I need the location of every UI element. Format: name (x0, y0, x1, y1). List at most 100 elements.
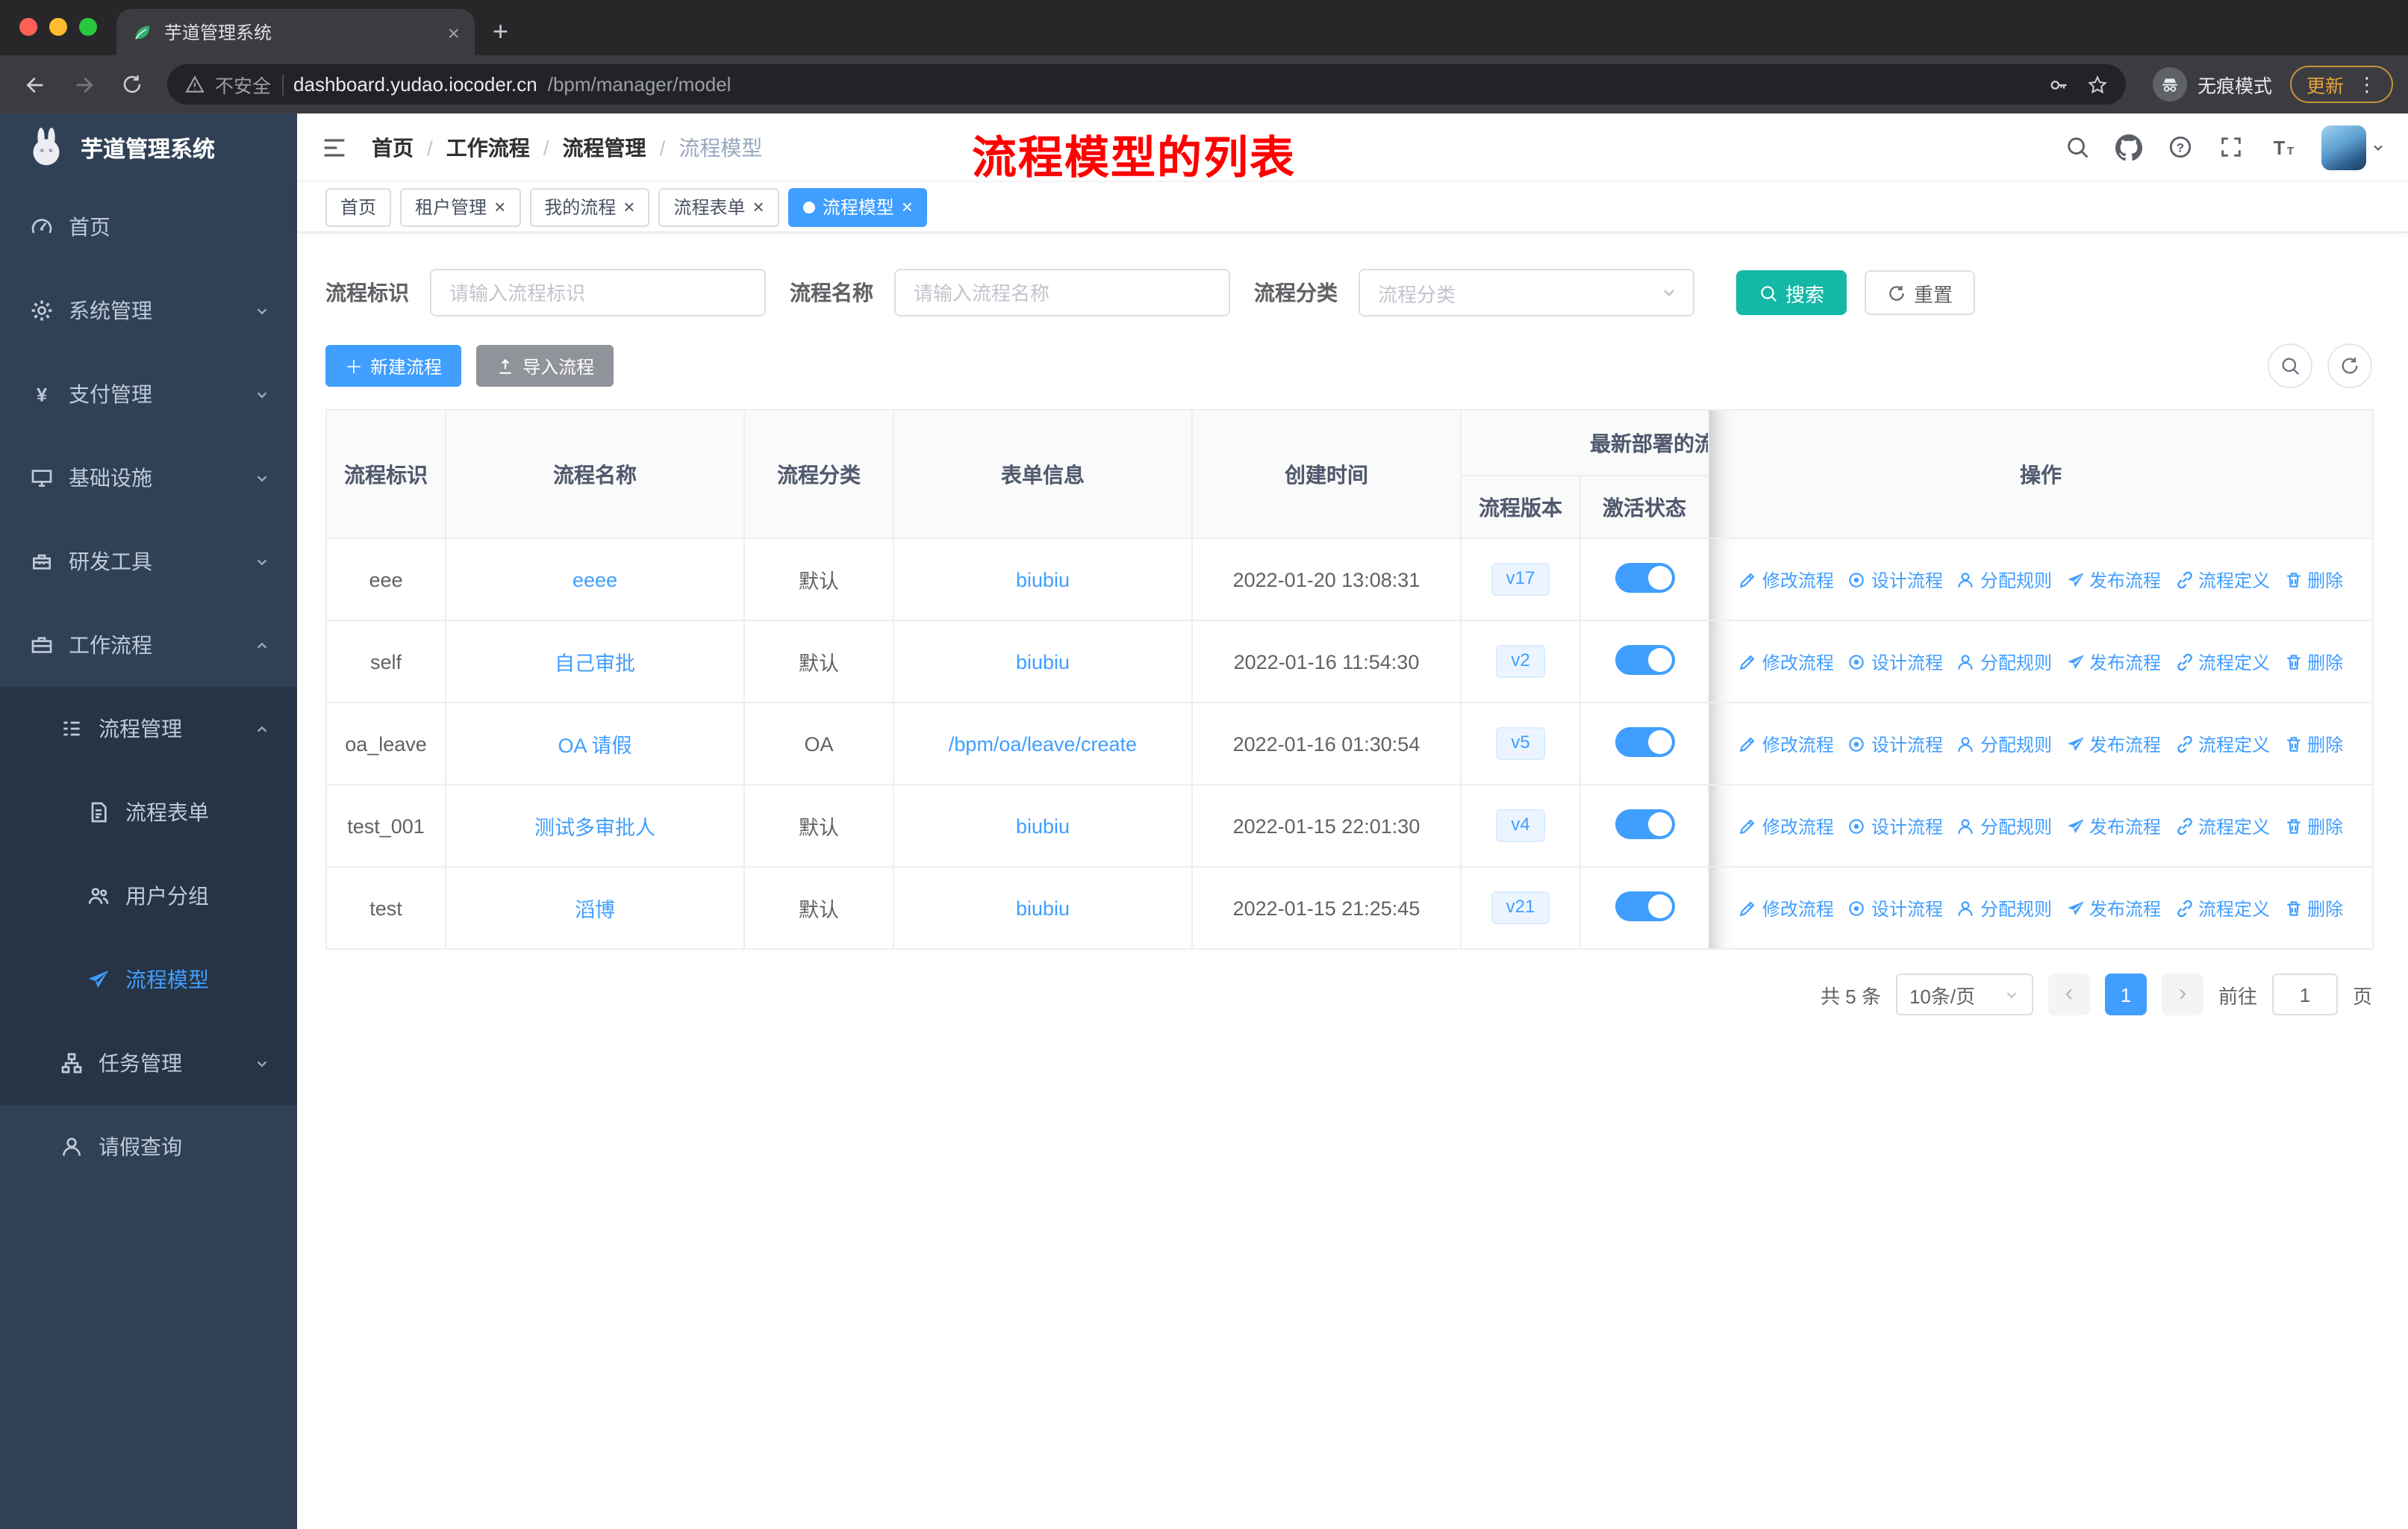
delete-button[interactable]: 删除 (2283, 567, 2343, 592)
refresh-table-button[interactable] (2327, 343, 2372, 388)
toggle-search-button[interactable] (2268, 343, 2312, 388)
breadcrumb-item[interactable]: 首页 (372, 132, 414, 162)
github-icon[interactable] (2115, 134, 2142, 161)
chrome-update-button[interactable]: 更新 ⋮ (2289, 66, 2393, 103)
hamburger-icon[interactable] (319, 132, 349, 162)
assign-rule-button[interactable]: 分配规则 (1956, 567, 2052, 592)
search-button[interactable]: 搜索 (1736, 270, 1847, 315)
new-tab-button[interactable]: + (475, 9, 526, 55)
sidebar-item-process-model[interactable]: 流程模型 (0, 938, 297, 1021)
view-tag[interactable]: 流程表单 × (658, 187, 779, 226)
design-process-button[interactable]: 设计流程 (1847, 813, 1943, 838)
tag-close-icon[interactable]: × (753, 197, 764, 217)
assign-rule-button[interactable]: 分配规则 (1956, 649, 2052, 674)
url-bar[interactable]: 不安全 dashboard.yudao.iocoder.cn/bpm/manag… (167, 64, 2126, 105)
active-toggle[interactable] (1615, 726, 1674, 756)
browser-menu-icon[interactable]: ⋮ (2357, 72, 2377, 96)
process-definition-button[interactable]: 流程定义 (2174, 813, 2270, 838)
active-toggle[interactable] (1615, 891, 1674, 921)
sidebar-item-leave-query[interactable]: 请假查询 (0, 1105, 297, 1189)
filter-input[interactable] (430, 269, 766, 317)
active-toggle[interactable] (1615, 644, 1674, 674)
publish-process-button[interactable]: 发布流程 (2065, 813, 2161, 838)
sidebar-item-task-management[interactable]: 任务管理 (0, 1021, 297, 1105)
modify-process-button[interactable]: 修改流程 (1738, 895, 1834, 921)
view-tag[interactable]: 流程模型 × (787, 187, 928, 226)
delete-button[interactable]: 删除 (2283, 813, 2343, 838)
sidebar-item-user-group[interactable]: 用户分组 (0, 854, 297, 938)
view-tag[interactable]: 我的流程 × (529, 187, 650, 226)
process-definition-button[interactable]: 流程定义 (2174, 731, 2270, 756)
delete-button[interactable]: 删除 (2283, 731, 2343, 756)
delete-button[interactable]: 删除 (2283, 649, 2343, 674)
reset-button[interactable]: 重置 (1865, 270, 1976, 315)
bookmark-star-icon[interactable] (2087, 74, 2108, 95)
window-minimize-button[interactable] (49, 18, 67, 36)
tag-close-icon[interactable]: × (623, 197, 634, 217)
import-process-button[interactable]: 导入流程 (476, 345, 614, 387)
process-name-link[interactable]: 测试多审批人 (534, 817, 655, 839)
modify-process-button[interactable]: 修改流程 (1738, 649, 1834, 674)
create-process-button[interactable]: ＋ 新建流程 (325, 345, 462, 387)
page-number-current[interactable]: 1 (2104, 974, 2147, 1015)
goto-page-input[interactable] (2271, 974, 2338, 1015)
form-info-link[interactable]: biubiu (1016, 650, 1070, 673)
modify-process-button[interactable]: 修改流程 (1738, 813, 1834, 838)
breadcrumb-item[interactable]: 工作流程 (446, 132, 530, 162)
form-info-link[interactable]: biubiu (1016, 815, 1070, 837)
process-definition-button[interactable]: 流程定义 (2174, 895, 2270, 921)
design-process-button[interactable]: 设计流程 (1847, 567, 1943, 592)
next-page-button[interactable]: › (2161, 974, 2203, 1015)
forward-button[interactable] (63, 63, 105, 105)
view-tag[interactable]: 首页 (325, 187, 392, 226)
delete-button[interactable]: 删除 (2283, 895, 2343, 921)
sidebar-item-payment-management[interactable]: 支付管理 (0, 352, 297, 436)
search-icon[interactable] (2065, 134, 2090, 160)
window-close-button[interactable] (19, 18, 37, 36)
process-name-link[interactable]: eeee (573, 568, 617, 591)
publish-process-button[interactable]: 发布流程 (2065, 895, 2161, 921)
design-process-button[interactable]: 设计流程 (1847, 649, 1943, 674)
sidebar-item-system-management[interactable]: 系统管理 (0, 269, 297, 352)
active-toggle[interactable] (1615, 562, 1674, 592)
tab-close-icon[interactable]: × (448, 22, 460, 43)
sidebar-item-dev-tools[interactable]: 研发工具 (0, 520, 297, 603)
filter-select[interactable]: 流程分类 (1359, 269, 1694, 317)
form-info-link[interactable]: /bpm/oa/leave/create (949, 732, 1137, 755)
process-definition-button[interactable]: 流程定义 (2174, 567, 2270, 592)
process-name-link[interactable]: 自己审批 (555, 653, 635, 675)
process-name-link[interactable]: 滔博 (575, 899, 615, 921)
page-size-select[interactable]: 10条/页 (1895, 974, 2033, 1015)
window-zoom-button[interactable] (79, 18, 97, 36)
modify-process-button[interactable]: 修改流程 (1738, 731, 1834, 756)
sidebar-item-process-form[interactable]: 流程表单 (0, 770, 297, 854)
sidebar-item-process-management[interactable]: 流程管理 (0, 687, 297, 770)
active-toggle[interactable] (1615, 809, 1674, 838)
process-definition-button[interactable]: 流程定义 (2174, 649, 2270, 674)
browser-tab[interactable]: 芋道管理系统 × (116, 9, 475, 55)
publish-process-button[interactable]: 发布流程 (2065, 567, 2161, 592)
password-key-icon[interactable] (2048, 74, 2069, 95)
back-button[interactable] (15, 63, 57, 105)
process-name-link[interactable]: OA 请假 (558, 735, 631, 757)
publish-process-button[interactable]: 发布流程 (2065, 731, 2161, 756)
design-process-button[interactable]: 设计流程 (1847, 731, 1943, 756)
assign-rule-button[interactable]: 分配规则 (1956, 895, 2052, 921)
sidebar-item-home[interactable]: 首页 (0, 185, 297, 269)
font-size-icon[interactable] (2269, 134, 2296, 161)
assign-rule-button[interactable]: 分配规则 (1956, 731, 2052, 756)
form-info-link[interactable]: biubiu (1016, 897, 1070, 919)
design-process-button[interactable]: 设计流程 (1847, 895, 1943, 921)
sidebar-item-workflow[interactable]: 工作流程 (0, 603, 297, 687)
breadcrumb-item[interactable]: 流程管理 (563, 132, 646, 162)
help-icon[interactable] (2168, 134, 2193, 160)
user-avatar[interactable] (2321, 125, 2386, 169)
tag-close-icon[interactable]: × (494, 197, 505, 217)
tag-close-icon[interactable]: × (902, 197, 913, 217)
reload-button[interactable] (110, 63, 152, 105)
filter-input[interactable] (894, 269, 1230, 317)
sidebar-item-infrastructure[interactable]: 基础设施 (0, 436, 297, 520)
view-tag[interactable]: 租户管理 × (400, 187, 521, 226)
publish-process-button[interactable]: 发布流程 (2065, 649, 2161, 674)
form-info-link[interactable]: biubiu (1016, 568, 1070, 591)
